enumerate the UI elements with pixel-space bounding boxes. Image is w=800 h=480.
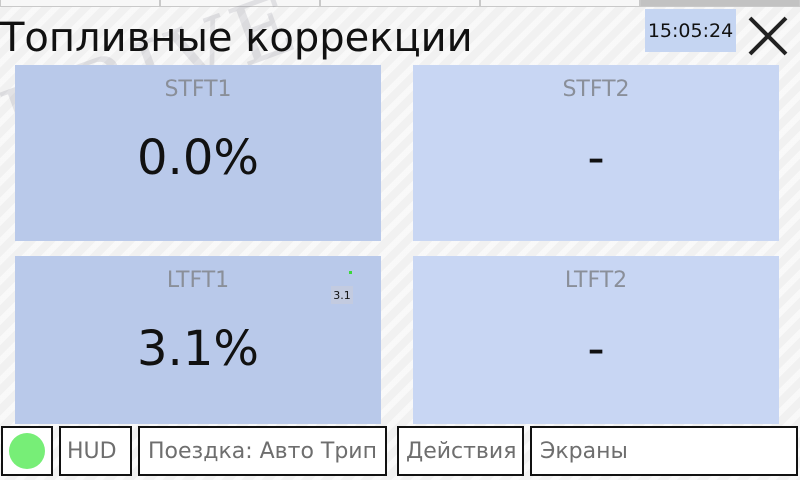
tile-label: LTFT1 <box>166 268 230 293</box>
screen-tab[interactable] <box>0 0 160 7</box>
trip-button[interactable]: Поездка: Авто Трип <box>138 426 387 476</box>
page-title: Топливные коррекции <box>0 15 473 61</box>
tile-label: STFT2 <box>562 77 630 102</box>
tile-value: - <box>587 321 605 377</box>
screen-tabs-indicator <box>0 0 800 8</box>
clock: 15:05:24 <box>645 9 736 52</box>
screens-button[interactable]: Экраны <box>530 426 798 476</box>
tile-value: 3.1% <box>137 321 259 377</box>
screen-tab[interactable] <box>480 0 640 7</box>
status-indicator-icon <box>9 433 45 469</box>
screen-tab[interactable] <box>320 0 480 7</box>
sparkline-dot <box>349 271 352 274</box>
actions-button[interactable]: Действия <box>397 426 524 476</box>
tile-ltft2[interactable]: LTFT2 - <box>413 256 779 424</box>
tile-stft2[interactable]: STFT2 - <box>413 65 779 241</box>
tile-value: - <box>587 130 605 186</box>
screen-tab[interactable] <box>160 0 320 7</box>
bottom-bar: HUD Поездка: Авто Трип Действия Экраны <box>0 424 800 480</box>
tile-ltft1[interactable]: LTFT1 3.1% <box>15 256 381 424</box>
tile-label: LTFT2 <box>564 268 628 293</box>
close-icon <box>748 16 788 56</box>
status-button[interactable] <box>1 426 53 476</box>
close-button[interactable] <box>744 12 792 60</box>
screen-tab-active[interactable] <box>640 0 800 7</box>
hud-button[interactable]: HUD <box>59 426 132 476</box>
sparkline-value-label: 3.1 <box>331 286 353 304</box>
tile-label: STFT1 <box>164 77 232 102</box>
tile-value: 0.0% <box>137 130 259 186</box>
tile-stft1[interactable]: STFT1 0.0% <box>15 65 381 241</box>
